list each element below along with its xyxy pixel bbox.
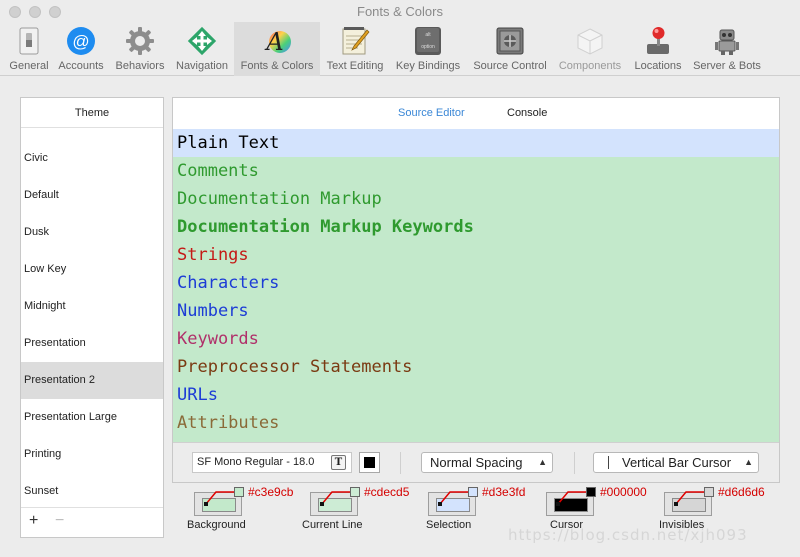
toolbar-fonts-colors[interactable]: A Fonts & Colors xyxy=(234,22,320,76)
divider xyxy=(400,452,401,474)
general-switch-icon xyxy=(13,26,45,56)
toolbar-behaviors[interactable]: Behaviors xyxy=(110,22,170,76)
vault-icon xyxy=(494,26,526,56)
toolbar-navigation[interactable]: Navigation xyxy=(172,22,232,76)
theme-item-low-key[interactable]: Low Key xyxy=(21,251,163,288)
spacing-popup[interactable]: Normal Spacing ▲ xyxy=(421,452,553,473)
theme-item-printing[interactable]: Printing xyxy=(21,436,163,473)
robot-icon xyxy=(711,26,743,56)
chevron-updown-icon: ▲ xyxy=(744,457,753,467)
cursor-value: Vertical Bar Cursor xyxy=(622,455,732,470)
syntax-item[interactable]: URLs xyxy=(173,381,779,409)
vertical-bar-cursor-icon xyxy=(608,456,609,469)
theme-item-presentation[interactable]: Presentation xyxy=(21,325,163,362)
svg-text:@: @ xyxy=(72,32,89,51)
toolbar-accounts[interactable]: @ Accounts xyxy=(54,22,108,76)
cube-icon xyxy=(574,26,606,56)
syntax-item[interactable]: Documentation Markup Keywords xyxy=(173,213,779,241)
toolbar-components[interactable]: Components xyxy=(554,22,626,76)
chevron-updown-icon: ▲ xyxy=(538,457,547,467)
editor-tabs: Source Editor Console xyxy=(173,98,779,129)
swatch-caption: Background xyxy=(187,519,246,531)
color-chip xyxy=(350,487,360,497)
syntax-item[interactable]: Numbers xyxy=(173,297,779,325)
toolbar-general[interactable]: General xyxy=(4,22,54,76)
tab-console[interactable]: Console xyxy=(507,107,547,119)
color-chip xyxy=(468,487,478,497)
theme-list-header: Theme xyxy=(21,98,163,128)
syntax-element-list: Plain Text Comments Documentation Markup Do… xyxy=(173,129,779,443)
svg-text:option: option xyxy=(421,44,435,50)
joystick-icon xyxy=(642,26,674,56)
toolbar-text-editing[interactable]: Text Editing xyxy=(322,22,388,76)
toolbar-source-control[interactable]: Source Control xyxy=(468,22,552,76)
svg-text:A: A xyxy=(264,28,283,56)
at-sign-icon: @ xyxy=(65,26,97,56)
syntax-item[interactable]: Keywords xyxy=(173,325,779,353)
annotation-background: #c3e9cb Background xyxy=(186,484,316,534)
syntax-item[interactable]: Plain Text xyxy=(173,129,779,157)
color-chip xyxy=(704,487,714,497)
preferences-toolbar: General @ Accounts Behaviors Navigation … xyxy=(0,22,800,76)
syntax-item[interactable]: Attributes xyxy=(173,409,779,437)
hex-value: #d3e3fd xyxy=(482,485,526,499)
font-field[interactable]: SF Mono Regular - 18.0 xyxy=(192,452,352,473)
svg-text:alt: alt xyxy=(425,32,431,38)
theme-item-sunset[interactable]: Sunset xyxy=(21,473,163,510)
font-color-well[interactable] xyxy=(359,452,380,473)
gear-icon xyxy=(124,26,156,56)
theme-item-default[interactable]: Default xyxy=(21,177,163,214)
theme-item-midnight[interactable]: Midnight xyxy=(21,288,163,325)
keyboard-key-icon: alt option xyxy=(412,26,444,56)
theme-list-footer: + − xyxy=(21,507,163,537)
hex-value: #cdecd5 xyxy=(364,485,410,499)
spacing-value: Normal Spacing xyxy=(430,455,523,470)
theme-list: Theme Civic Default Dusk Low Key Midnigh… xyxy=(20,97,164,538)
toolbar-key-bindings[interactable]: alt option Key Bindings xyxy=(392,22,464,76)
editor-settings-panel: Source Editor Console Plain Text Comments… xyxy=(172,97,780,483)
color-chip xyxy=(586,487,596,497)
hex-value: #d6d6d6 xyxy=(718,485,765,499)
add-theme-button[interactable]: + xyxy=(29,512,38,530)
syntax-item[interactable]: Characters xyxy=(173,269,779,297)
syntax-item[interactable]: Strings xyxy=(173,241,779,269)
window-title: Fonts & Colors xyxy=(357,4,443,19)
syntax-item[interactable]: Documentation Markup xyxy=(173,185,779,213)
navigation-arrows-icon xyxy=(186,26,218,56)
font-letter-icon: A xyxy=(261,26,293,56)
theme-item-presentation-2[interactable]: Presentation 2 xyxy=(21,362,163,399)
remove-theme-button[interactable]: − xyxy=(55,512,64,530)
watermark-text: https://blog.csdn.net/xjh093 xyxy=(508,526,748,544)
window-titlebar: Fonts & Colors xyxy=(0,0,800,24)
theme-item-presentation-large[interactable]: Presentation Large xyxy=(21,399,163,436)
swatch-caption: Selection xyxy=(426,519,472,531)
syntax-item[interactable]: Preprocessor Statements xyxy=(173,353,779,381)
hex-value: #000000 xyxy=(600,485,647,499)
theme-item-civic[interactable]: Civic xyxy=(21,140,163,177)
divider xyxy=(574,452,575,474)
color-chip xyxy=(234,487,244,497)
theme-item-dusk[interactable]: Dusk xyxy=(21,214,163,251)
font-settings-bar: SF Mono Regular - 18.0 T Normal Spacing … xyxy=(173,442,779,482)
cursor-popup[interactable]: Vertical Bar Cursor ▲ xyxy=(593,452,759,473)
swatch-caption: Current Line xyxy=(302,519,363,531)
toolbar-locations[interactable]: Locations xyxy=(628,22,688,76)
font-color-swatch xyxy=(364,457,375,468)
pencil-notepad-icon xyxy=(339,26,371,56)
annotation-current-line: #cdecd5 Current Line xyxy=(302,484,432,534)
toolbar-server-bots[interactable]: Server & Bots xyxy=(690,22,764,76)
font-picker-icon[interactable]: T xyxy=(331,455,346,470)
syntax-item[interactable]: Comments xyxy=(173,157,779,185)
tab-source-editor[interactable]: Source Editor xyxy=(398,107,465,119)
hex-value: #c3e9cb xyxy=(248,485,294,499)
